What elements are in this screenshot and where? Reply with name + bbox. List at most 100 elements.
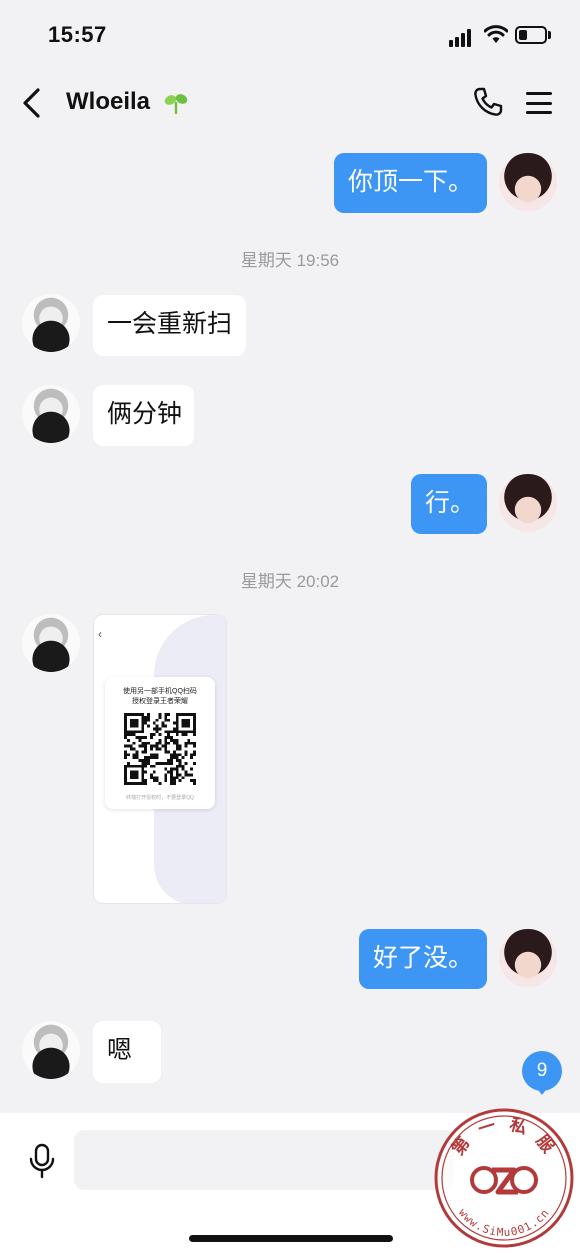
message-bubble-mine[interactable]: 你顶一下。 bbox=[334, 153, 487, 213]
qr-module bbox=[170, 761, 173, 765]
back-icon[interactable] bbox=[18, 86, 46, 120]
qr-module bbox=[141, 741, 145, 745]
qr-module bbox=[181, 767, 185, 771]
qr-module bbox=[178, 730, 182, 734]
message-bubble-theirs[interactable]: 嗯 bbox=[93, 1021, 161, 1083]
qr-card-footer: 终端打开授权时，不要登录QQ bbox=[126, 795, 194, 801]
qr-module bbox=[161, 761, 165, 765]
my-avatar[interactable] bbox=[499, 153, 557, 211]
qr-module bbox=[175, 770, 179, 774]
message-bubble-theirs[interactable]: 一会重新扫 bbox=[93, 295, 246, 356]
qr-module bbox=[181, 713, 185, 716]
phone-icon[interactable] bbox=[472, 86, 504, 118]
qr-module bbox=[167, 713, 171, 716]
qr-module bbox=[129, 713, 133, 716]
chat-title[interactable]: Wloeila bbox=[66, 88, 150, 116]
my-avatar[interactable] bbox=[499, 929, 557, 987]
qr-module bbox=[124, 730, 127, 734]
qr-module bbox=[164, 767, 168, 771]
qr-module bbox=[158, 738, 162, 742]
qr-module bbox=[132, 718, 136, 722]
qr-module bbox=[155, 727, 159, 731]
qr-module bbox=[126, 738, 130, 742]
message-bubble-mine[interactable]: 行。 bbox=[411, 474, 487, 534]
battery-cap bbox=[548, 31, 551, 39]
qr-module bbox=[190, 741, 194, 745]
qr-module bbox=[126, 744, 130, 748]
qr-module bbox=[129, 776, 133, 780]
qr-module bbox=[129, 764, 133, 768]
contact-avatar[interactable] bbox=[22, 614, 80, 672]
qr-module bbox=[155, 718, 159, 722]
qr-module bbox=[138, 738, 142, 742]
qr-module bbox=[170, 756, 173, 760]
qr-module bbox=[164, 724, 168, 728]
qr-module bbox=[172, 738, 176, 742]
qr-module bbox=[132, 724, 136, 728]
home-indicator[interactable] bbox=[189, 1235, 393, 1242]
qr-module bbox=[144, 770, 148, 774]
qr-module bbox=[144, 718, 148, 722]
menu-icon[interactable] bbox=[526, 91, 552, 115]
qr-module bbox=[144, 764, 148, 768]
qr-module bbox=[178, 744, 182, 748]
qr-module bbox=[193, 718, 196, 722]
watermark-logo: 第 一 私 服 www.SiMu001.cn bbox=[434, 1108, 574, 1248]
contact-avatar[interactable] bbox=[22, 1021, 80, 1079]
qr-module bbox=[141, 764, 145, 768]
qr-module bbox=[190, 730, 194, 734]
qr-module bbox=[170, 730, 173, 734]
qr-module bbox=[187, 773, 191, 777]
qr-module bbox=[152, 721, 156, 725]
unread-count-badge[interactable]: 9 bbox=[522, 1051, 562, 1091]
qr-module bbox=[175, 727, 179, 731]
qr-module bbox=[132, 782, 136, 785]
qr-module bbox=[147, 713, 150, 716]
qr-module bbox=[167, 770, 171, 774]
qr-module bbox=[193, 741, 196, 745]
status-time: 15:57 bbox=[48, 22, 107, 47]
qr-module bbox=[126, 753, 130, 757]
qr-module bbox=[132, 733, 136, 737]
qr-module bbox=[172, 767, 176, 771]
qr-module bbox=[178, 747, 182, 751]
qr-module bbox=[149, 744, 153, 748]
qr-module bbox=[158, 733, 162, 737]
qr-module bbox=[193, 733, 196, 737]
qr-module bbox=[184, 761, 188, 765]
qr-module bbox=[184, 750, 188, 754]
qr-module bbox=[193, 753, 196, 757]
qr-module bbox=[175, 730, 179, 734]
microphone-icon[interactable] bbox=[28, 1143, 56, 1179]
qr-module bbox=[193, 750, 196, 754]
qr-module bbox=[181, 776, 185, 780]
message-input[interactable] bbox=[74, 1130, 454, 1190]
qr-module bbox=[167, 730, 171, 734]
qr-module bbox=[141, 776, 145, 780]
qr-module bbox=[184, 773, 188, 777]
qr-module bbox=[184, 721, 188, 725]
qr-module bbox=[170, 767, 173, 771]
qr-module bbox=[141, 773, 145, 777]
qr-module bbox=[161, 721, 165, 725]
message-bubble-mine[interactable]: 好了没。 bbox=[359, 929, 487, 989]
qr-module bbox=[141, 721, 145, 725]
qr-card-caption: 使用另一部手机QQ扫码 授权登录王者荣耀 bbox=[105, 687, 215, 707]
qr-module bbox=[187, 741, 191, 745]
qr-module bbox=[147, 759, 150, 762]
qr-module bbox=[135, 713, 139, 716]
message-bubble-theirs[interactable]: 俩分钟 bbox=[93, 385, 194, 446]
qr-module bbox=[190, 779, 194, 783]
image-message[interactable]: ‹ 使用另一部手机QQ扫码 授权登录王者荣耀 终端打开授权时，不要登录QQ bbox=[93, 614, 227, 904]
contact-avatar[interactable] bbox=[22, 294, 80, 352]
qr-module bbox=[158, 747, 162, 751]
qr-module bbox=[144, 759, 148, 762]
qr-module bbox=[187, 721, 191, 725]
contact-avatar[interactable] bbox=[22, 385, 80, 443]
qr-module bbox=[175, 773, 179, 777]
qr-module bbox=[132, 730, 136, 734]
qr-module bbox=[175, 776, 179, 780]
qr-module bbox=[126, 713, 130, 716]
qr-module bbox=[129, 724, 133, 728]
my-avatar[interactable] bbox=[499, 474, 557, 532]
